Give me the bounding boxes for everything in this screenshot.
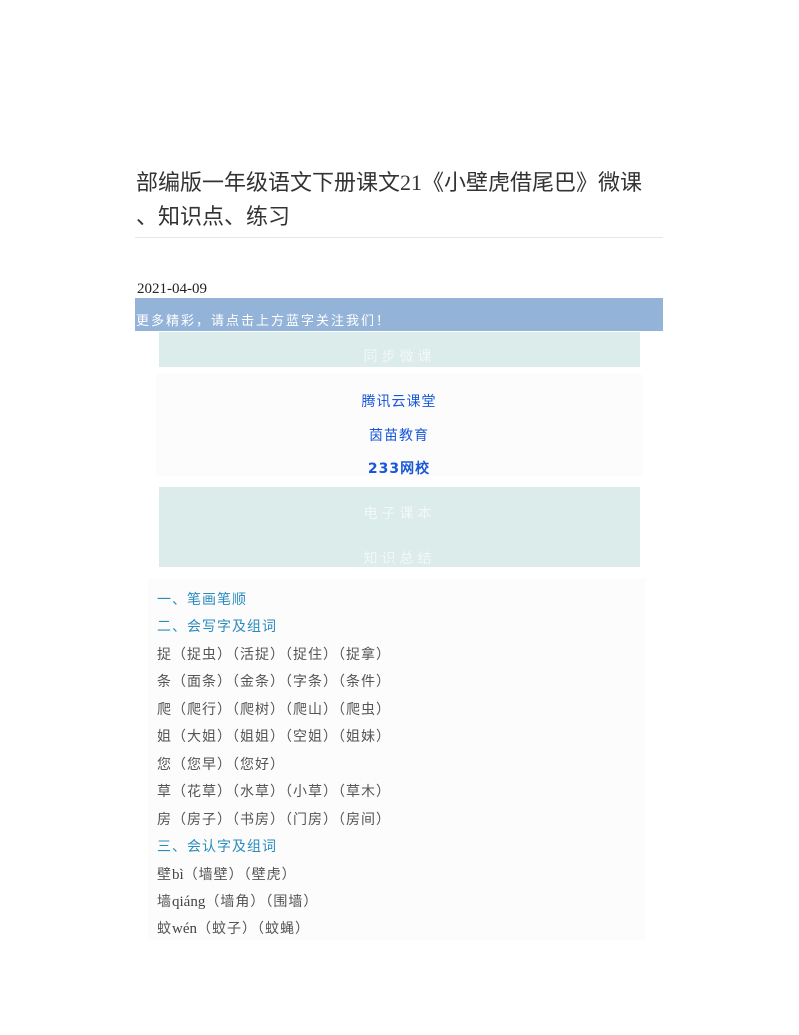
platform-links: 腾讯云课堂 茵苗教育 233网校 — [156, 374, 642, 478]
article-title: 部编版一年级语文下册课文21《小壁虎借尾巴》微课 、知识点、练习 — [136, 166, 664, 234]
write-word-line: 您（您早）（您好） — [157, 757, 285, 773]
title-divider — [135, 237, 663, 238]
read-words: （墙壁）（壁虎） — [183, 867, 297, 883]
read-pinyin: qiáng — [172, 894, 206, 910]
link-yinmiao-education[interactable]: 茵苗教育 — [156, 425, 642, 445]
read-word-line: 蚊wén（蚊子）（蚊蝇） — [157, 919, 310, 939]
write-word-line: 姐（大姐）（姐姐）（空姐）（姐妹） — [157, 729, 391, 745]
section-ebook-summary: 电子课本 知识总结 — [159, 487, 640, 567]
read-words: （蚊子）（蚊蝇） — [197, 921, 310, 937]
write-word-line: 爬（爬行）（爬树）（爬山）（爬虫） — [157, 702, 391, 718]
section-label-micro-lesson: 同步微课 — [363, 349, 436, 365]
link-tencent-classroom[interactable]: 腾讯云课堂 — [156, 391, 642, 411]
read-char: 壁 — [157, 867, 172, 883]
link-233-school[interactable]: 233网校 — [156, 458, 642, 478]
heading-write-words: 二、会写字及组词 — [157, 619, 277, 635]
read-word-line: 墙qiáng（墙角）（围墙） — [157, 892, 318, 912]
heading-read-words: 三、会认字及组词 — [157, 839, 277, 855]
read-words: （墙角）（围墙） — [205, 894, 319, 910]
publish-date: 2021-04-09 — [137, 281, 207, 297]
follow-prompt: 更多精彩，请点击上方蓝字关注我们！ — [136, 314, 392, 329]
write-word-line: 房（房子）（书房）（门房）（房间） — [157, 812, 391, 828]
read-pinyin: wén — [172, 921, 197, 937]
section-label-summary: 知识总结 — [363, 551, 436, 567]
read-char: 蚊 — [157, 921, 172, 937]
read-char: 墙 — [157, 894, 172, 910]
read-word-line: 壁bì（墙壁）（壁虎） — [157, 865, 297, 885]
read-pinyin: bì — [172, 867, 184, 883]
section-micro-lesson: 同步微课 — [159, 332, 640, 367]
write-word-line: 草（花草）（水草）（小草）（草木） — [157, 784, 391, 800]
write-word-line: 条（面条）（金条）（字条）（条件） — [157, 674, 391, 690]
follow-banner[interactable]: 更多精彩，请点击上方蓝字关注我们！ — [135, 298, 663, 331]
section-label-ebook: 电子课本 — [363, 506, 436, 522]
heading-strokes: 一、笔画笔顺 — [157, 592, 247, 608]
write-word-line: 捉（捉虫）（活捉）（捉住）（捉拿） — [157, 647, 391, 663]
knowledge-content: 一、笔画笔顺 二、会写字及组词 捉（捉虫）（活捉）（捉住）（捉拿） 条（面条）（… — [148, 578, 646, 940]
title-line-2: 、知识点、练习 — [136, 204, 291, 229]
title-line-1: 部编版一年级语文下册课文21《小壁虎借尾巴》微课 — [136, 170, 643, 195]
